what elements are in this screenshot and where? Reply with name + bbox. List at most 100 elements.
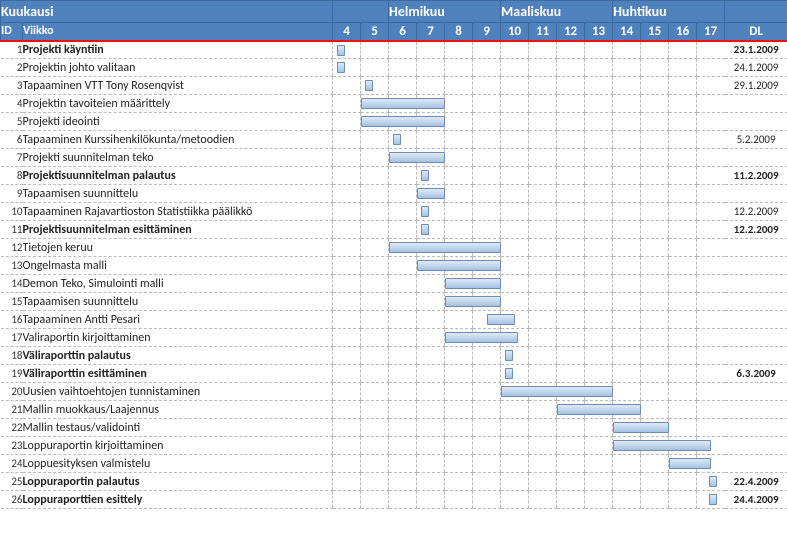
task-name: Loppuesityksen valmistelu [23, 455, 333, 473]
task-row: 25Loppuraportin palautus 22.4.2009 [1, 473, 787, 491]
gantt-bar [709, 476, 717, 487]
header-dl: DL [725, 23, 787, 41]
task-id: 9 [1, 185, 23, 203]
header-week-9: 9 [473, 23, 501, 41]
task-id: 14 [1, 275, 23, 293]
task-deadline [725, 383, 787, 401]
task-row: 4Projektin tavoiteien määrittely [1, 95, 787, 113]
header-viikko: Viikko [23, 23, 333, 41]
task-deadline: 5.2.2009 [725, 131, 787, 149]
task-row: 16Tapaaminen Antti Pesari [1, 311, 787, 329]
task-deadline [725, 113, 787, 131]
gantt-bar [337, 45, 345, 56]
task-name: Tietojen keruu [23, 239, 333, 257]
gantt-body: 1Projekti käyntiin23.1.20092Projektin jo… [1, 41, 787, 509]
task-deadline: 6.3.2009 [725, 365, 787, 383]
header-week-16: 16 [669, 23, 697, 41]
task-name: Ongelmasta malli [23, 257, 333, 275]
task-deadline [725, 149, 787, 167]
gantt-bar [505, 350, 513, 361]
task-id: 4 [1, 95, 23, 113]
task-deadline [725, 185, 787, 203]
task-deadline: 12.2.2009 [725, 203, 787, 221]
task-row: 21Mallin muokkaus/Laajennus [1, 401, 787, 419]
task-name: Mallin muokkaus/Laajennus [23, 401, 333, 419]
header-week-15: 15 [641, 23, 669, 41]
task-name: Tapaaminen VTT Tony Rosenqvist [23, 77, 333, 95]
task-row: 10Tapaaminen Rajavartioston Statistiikka… [1, 203, 787, 221]
task-row: 15Tapaamisen suunnittelu [1, 293, 787, 311]
header-week-8: 8 [445, 23, 473, 41]
header-week-10: 10 [501, 23, 529, 41]
task-name: Tapaaminen Antti Pesari [23, 311, 333, 329]
task-row: 26Loppuraporttien esittely24.4.2009 [1, 491, 787, 509]
task-deadline: 24.1.2009 [725, 59, 787, 77]
task-deadline [725, 257, 787, 275]
task-row: 14Demon Teko, Simulointi malli [1, 275, 787, 293]
task-name: Projektisuunnitelman palautus [23, 167, 333, 185]
task-id: 8 [1, 167, 23, 185]
task-name: Tapaamisen suunnittelu [23, 185, 333, 203]
task-name: Projekti käyntiin [23, 41, 333, 59]
task-name: Tapaamisen suunnittelu [23, 293, 333, 311]
task-id: 25 [1, 473, 23, 491]
task-row: 19Väliraporttin esittäminen6.3.2009 [1, 365, 787, 383]
gantt-bar [417, 188, 445, 199]
header-week-7: 7 [417, 23, 445, 41]
task-row: 22Mallin testaus/validointi [1, 419, 787, 437]
task-row: 8Projektisuunnitelman palautus 11.2.2009 [1, 167, 787, 185]
header-kuukausi: Kuukausi [1, 1, 333, 23]
task-name: Projekti ideointi [23, 113, 333, 131]
task-row: 23Loppuraportin kirjoittaminen [1, 437, 787, 455]
header-month-huhtikuu: Huhtikuu [613, 1, 725, 23]
task-deadline [725, 419, 787, 437]
task-id: 20 [1, 383, 23, 401]
task-id: 18 [1, 347, 23, 365]
task-name: Loppuraportin kirjoittaminen [23, 437, 333, 455]
gantt-bar [365, 80, 373, 91]
task-name: Demon Teko, Simulointi malli [23, 275, 333, 293]
task-name: Väliraporttin palautus [23, 347, 333, 365]
task-id: 16 [1, 311, 23, 329]
task-deadline [725, 239, 787, 257]
task-row: 2Projektin johto valitaan 24.1.2009 [1, 59, 787, 77]
header-month-maaliskuu: Maaliskuu [501, 1, 613, 23]
header-week-5: 5 [361, 23, 389, 41]
header-row-months: KuukausiHelmikuuMaaliskuuHuhtikuu [1, 1, 787, 23]
task-id: 15 [1, 293, 23, 311]
task-deadline [725, 329, 787, 347]
task-deadline: 22.4.2009 [725, 473, 787, 491]
task-row: 9Tapaamisen suunnittelu [1, 185, 787, 203]
task-id: 13 [1, 257, 23, 275]
header-week-14: 14 [613, 23, 641, 41]
task-name: Projektin johto valitaan [23, 59, 333, 77]
task-name: Projektin tavoiteien määrittely [23, 95, 333, 113]
task-name: Projekti suunnitelman teko [23, 149, 333, 167]
task-id: 12 [1, 239, 23, 257]
task-row: 5Projekti ideointi [1, 113, 787, 131]
task-id: 1 [1, 41, 23, 59]
header-id: ID [1, 23, 23, 41]
task-id: 2 [1, 59, 23, 77]
task-deadline [725, 293, 787, 311]
task-deadline: 11.2.2009 [725, 167, 787, 185]
task-deadline [725, 437, 787, 455]
gantt-bar [505, 368, 513, 379]
task-name: Väliraporttin esittäminen [23, 365, 333, 383]
header-week-17: 17 [697, 23, 725, 41]
task-deadline [725, 347, 787, 365]
task-id: 10 [1, 203, 23, 221]
task-row: 24Loppuesityksen valmistelu [1, 455, 787, 473]
task-name: Mallin testaus/validointi [23, 419, 333, 437]
header-row-weeks: IDViikko4567891011121314151617DL [1, 23, 787, 41]
task-deadline [725, 95, 787, 113]
task-name: Uusien vaihtoehtojen tunnistaminen [23, 383, 333, 401]
task-id: 24 [1, 455, 23, 473]
task-name: Loppuraportin palautus [23, 473, 333, 491]
task-name: Valiraportin kirjoittaminen [23, 329, 333, 347]
task-row: 12Tietojen keruu [1, 239, 787, 257]
header-week-12: 12 [557, 23, 585, 41]
header-week-6: 6 [389, 23, 417, 41]
gantt-bar [421, 206, 429, 217]
task-row: 1Projekti käyntiin23.1.2009 [1, 41, 787, 59]
